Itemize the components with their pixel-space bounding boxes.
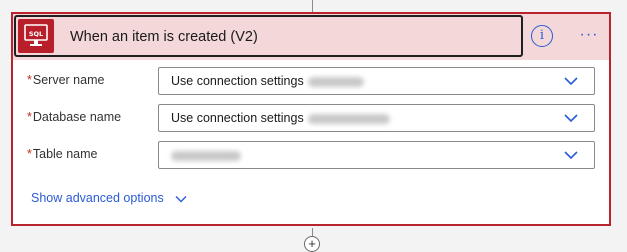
trigger-header[interactable]: SQL When an item is created (V2) i ···: [13, 14, 609, 60]
trigger-card: SQL When an item is created (V2) i ··· *…: [11, 12, 611, 226]
connector-line-top: [312, 0, 313, 12]
database-name-dropdown[interactable]: Use connection settings: [158, 104, 595, 132]
server-name-value-text: Use connection settings: [171, 74, 304, 88]
table-name-label: Table name: [32, 147, 98, 161]
sql-server-icon: SQL: [18, 19, 54, 53]
database-name-value-text: Use connection settings: [171, 111, 304, 125]
server-name-dropdown[interactable]: Use connection settings: [158, 67, 595, 95]
database-name-label: Database name: [32, 110, 122, 124]
server-name-value: Use connection settings: [171, 68, 364, 94]
field-row-table-name: *Table name: [13, 141, 609, 171]
table-name-dropdown[interactable]: [158, 141, 595, 169]
trigger-title-box[interactable]: SQL When an item is created (V2): [14, 15, 523, 57]
chevron-down-icon: [564, 151, 578, 160]
redacted-text: [307, 76, 364, 87]
server-name-label: Server name: [32, 73, 105, 87]
database-name-value: Use connection settings: [171, 105, 390, 131]
redacted-text: [307, 113, 390, 124]
field-row-database-name: *Database name Use connection settings: [13, 104, 609, 134]
required-mark: *: [27, 73, 32, 87]
required-mark: *: [27, 110, 32, 124]
field-label-server-name: *Server name: [27, 73, 104, 87]
required-mark: *: [27, 147, 32, 161]
field-label-database-name: *Database name: [27, 110, 121, 124]
field-label-table-name: *Table name: [27, 147, 98, 161]
more-options-icon[interactable]: ···: [576, 27, 602, 43]
chevron-down-icon: [175, 195, 187, 203]
sql-icon-text: SQL: [29, 30, 43, 38]
add-step-button[interactable]: +: [304, 236, 320, 252]
chevron-down-icon: [564, 114, 578, 123]
chevron-down-icon: [564, 77, 578, 86]
field-row-server-name: *Server name Use connection settings: [13, 67, 609, 97]
trigger-title: When an item is created (V2): [70, 29, 258, 45]
show-advanced-options-link[interactable]: Show advanced options: [31, 191, 187, 205]
redacted-text: [171, 150, 241, 161]
show-advanced-options-label: Show advanced options: [31, 191, 164, 205]
info-icon[interactable]: i: [531, 25, 553, 47]
table-name-value: [171, 142, 241, 168]
